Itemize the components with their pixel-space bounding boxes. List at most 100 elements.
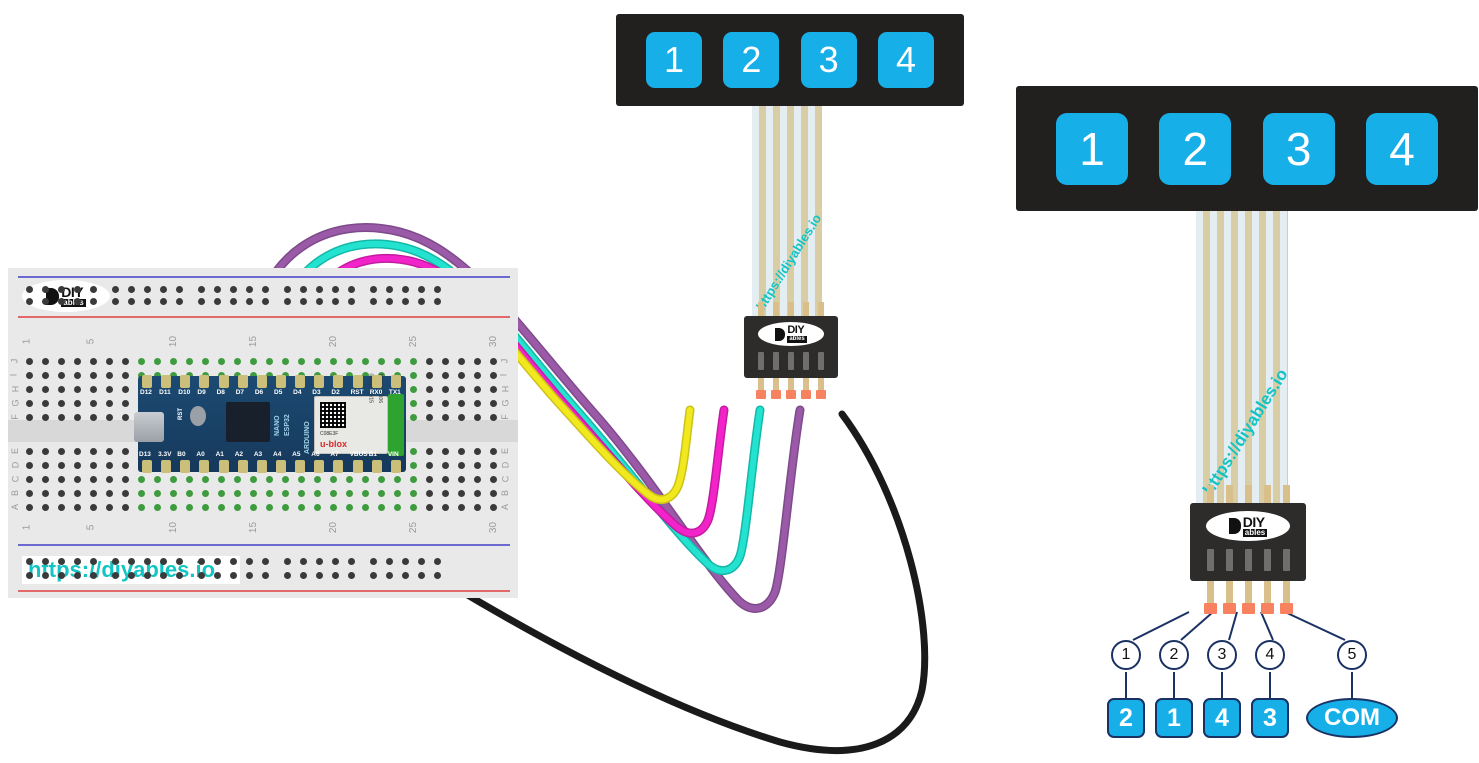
nano-pad-D4[interactable] bbox=[295, 375, 306, 388]
pin-label-key-4: 4 bbox=[1203, 698, 1241, 738]
breadboard-hole bbox=[234, 476, 241, 483]
keypad-left-key-2[interactable]: 2 bbox=[723, 32, 780, 88]
main-soc-chip bbox=[226, 402, 270, 442]
breadboard-hole bbox=[418, 572, 425, 579]
breadboard-hole bbox=[314, 504, 321, 511]
breadboard-hole bbox=[426, 504, 433, 511]
breadboard-hole bbox=[426, 462, 433, 469]
breadboard-hole bbox=[176, 572, 183, 579]
keypad-left-key-4[interactable]: 4 bbox=[877, 32, 934, 88]
keypad-module-left[interactable]: 1234 bbox=[616, 14, 964, 106]
nano-label-TX1: TX1 bbox=[388, 389, 401, 396]
breadboard-hole bbox=[474, 504, 481, 511]
keypad-right-key-3[interactable]: 3 bbox=[1262, 112, 1335, 185]
nano-pad-D3[interactable] bbox=[314, 375, 325, 388]
nano-pad-A1[interactable] bbox=[218, 460, 229, 473]
breadboard-hole bbox=[474, 400, 481, 407]
nano-pad-D8[interactable] bbox=[218, 375, 229, 388]
breadboard-hole bbox=[74, 372, 81, 379]
breadboard-hole bbox=[314, 476, 321, 483]
ublox-nora-w106-module: C08E3F u-blox 006-00 22/15 NORA-W106 bbox=[314, 374, 388, 454]
breadboard-column-label-20: 20 bbox=[328, 335, 340, 348]
breadboard-hole bbox=[332, 558, 339, 565]
nano-pad-VBUS[interactable] bbox=[352, 460, 363, 473]
breadboard-hole bbox=[386, 286, 393, 293]
nano-pad-A3[interactable] bbox=[256, 460, 267, 473]
nano-pad-A6[interactable] bbox=[314, 460, 325, 473]
reset-button[interactable] bbox=[190, 406, 206, 426]
arduino-nano-esp32-board: C08E3F u-blox 006-00 22/15 NORA-W106 NAN… bbox=[134, 374, 406, 473]
breadboard-hole bbox=[198, 298, 205, 305]
nano-pad-D2[interactable] bbox=[333, 375, 344, 388]
pin-number-5: 5 bbox=[1337, 640, 1367, 670]
keypad-connector-left: DIY ables bbox=[744, 302, 838, 399]
connector-pin-crimp bbox=[1204, 603, 1217, 614]
keypad-left-key-3[interactable]: 3 bbox=[800, 32, 857, 88]
nano-pad-A0[interactable] bbox=[199, 460, 210, 473]
keypad-right-key-4[interactable]: 4 bbox=[1365, 112, 1438, 185]
breadboard-row-label-G: G bbox=[500, 399, 511, 407]
nano-pad-D12[interactable] bbox=[142, 375, 152, 388]
breadboard-hole bbox=[122, 414, 129, 421]
keypad-left-key-1[interactable]: 1 bbox=[646, 32, 702, 88]
breadboard-hole bbox=[490, 400, 497, 407]
nano-pad-RST[interactable] bbox=[352, 375, 363, 388]
nano-pad-D11[interactable] bbox=[161, 375, 172, 388]
nano-pad-A5[interactable] bbox=[295, 460, 306, 473]
breadboard-hole bbox=[418, 558, 425, 565]
breadboard-hole bbox=[202, 490, 209, 497]
breadboard-hole bbox=[144, 572, 151, 579]
breadboard-hole bbox=[378, 490, 385, 497]
ublox-logo: u-blox bbox=[320, 439, 347, 449]
breadboard-hole bbox=[458, 490, 465, 497]
nano-pad-A2[interactable] bbox=[237, 460, 248, 473]
logo-ables-text: ables bbox=[787, 336, 807, 343]
breadboard-hole bbox=[74, 414, 81, 421]
keypad-right-key-2[interactable]: 2 bbox=[1159, 112, 1232, 185]
nano-pad-D5[interactable] bbox=[276, 375, 286, 388]
connector-pin-bottom bbox=[1264, 581, 1271, 603]
nano-pad-TX1[interactable] bbox=[390, 375, 401, 388]
nano-label-D13: D13 bbox=[139, 451, 151, 458]
breadboard-hole bbox=[112, 298, 119, 305]
breadboard-row-label-J: J bbox=[499, 358, 510, 364]
breadboard-hole bbox=[42, 386, 49, 393]
breadboard-hole bbox=[442, 448, 449, 455]
breadboard-hole bbox=[26, 414, 33, 421]
nano-pad-B0[interactable] bbox=[180, 460, 191, 473]
breadboard-hole bbox=[490, 462, 497, 469]
nano-pad-D13[interactable] bbox=[142, 460, 152, 473]
breadboard-hole bbox=[474, 490, 481, 497]
breadboard-hole bbox=[58, 386, 65, 393]
breadboard-column-label-10: 10 bbox=[168, 335, 180, 348]
breadboard-hole bbox=[332, 298, 339, 305]
breadboard-hole bbox=[42, 400, 49, 407]
breadboard-hole bbox=[246, 558, 253, 565]
nano-pad-D7[interactable] bbox=[237, 375, 248, 388]
breadboard-hole bbox=[394, 476, 401, 483]
silk-esp32: ESP32 bbox=[284, 414, 291, 436]
nano-pad-D9[interactable] bbox=[199, 375, 210, 388]
pin-label-key-2: 2 bbox=[1107, 698, 1145, 738]
nano-pad-D6[interactable] bbox=[256, 375, 267, 388]
nano-pad-A7[interactable] bbox=[333, 460, 344, 473]
breadboard-hole bbox=[330, 490, 337, 497]
breadboard-hole bbox=[370, 558, 377, 565]
keypad-module-right[interactable]: 1234 bbox=[1016, 86, 1478, 211]
nano-pad-VIN[interactable] bbox=[390, 460, 401, 473]
breadboard-hole bbox=[74, 558, 81, 565]
breadboard-hole bbox=[316, 572, 323, 579]
nano-pad-B1[interactable] bbox=[371, 460, 382, 473]
connector-slot bbox=[758, 352, 764, 370]
nano-pad-A4[interactable] bbox=[276, 460, 286, 473]
connector-pin-top bbox=[803, 302, 809, 316]
connector-pin-crimp bbox=[816, 390, 826, 399]
nano-pad-RX0[interactable] bbox=[371, 375, 382, 388]
breadboard-row-label-B: B bbox=[10, 489, 21, 497]
breadboard-hole bbox=[410, 414, 417, 421]
nano-pad-D10[interactable] bbox=[180, 375, 191, 388]
pin-label-com: COM bbox=[1306, 698, 1398, 738]
keypad-right-key-1[interactable]: 1 bbox=[1056, 112, 1128, 185]
nano-pad-3.3V[interactable] bbox=[161, 460, 172, 473]
breadboard-bottom-red-rail bbox=[18, 590, 510, 592]
